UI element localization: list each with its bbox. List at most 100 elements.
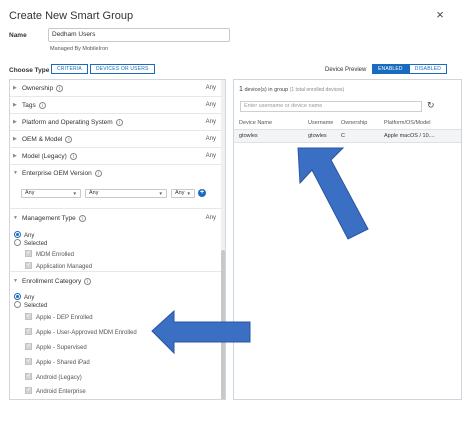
cell-platform: Apple macOS / 10.... [384, 133, 435, 139]
devices-or-users-button[interactable]: DEVICES OR USERS [89, 64, 155, 74]
checkbox[interactable] [25, 372, 32, 380]
column-header[interactable]: Ownership [341, 120, 367, 126]
checkbox-android-enterprise[interactable]: Android Enterprise [25, 386, 86, 395]
cell-device-name: gtowles [239, 133, 258, 139]
checkbox-supervised[interactable]: Apple - Supervised [25, 342, 87, 351]
criteria-button[interactable]: CRITERIA [51, 64, 88, 74]
criteria-label: Enterprise OEM Version i [22, 170, 102, 177]
preview-enabled-button[interactable]: ENABLED [372, 64, 409, 74]
name-input[interactable]: Dedham Users [48, 28, 230, 42]
chevron-down-icon[interactable]: ▼ [13, 215, 18, 221]
chevron-down-icon[interactable]: ▼ [13, 170, 18, 176]
criteria-row-platform[interactable]: ▶ Platform and Operating System i Any [10, 114, 223, 131]
device-preview-label: Device Preview [325, 67, 367, 73]
criteria-row-tags[interactable]: ▶ Tags i Any [10, 97, 223, 114]
criteria-row-enterprise-oem: ▼ Enterprise OEM Version i Any ▼ Any ▼ Any ▼… [10, 165, 223, 209]
radio-button[interactable] [14, 231, 21, 238]
name-label: Name [9, 32, 27, 39]
chevron-right-icon: ▶ [13, 102, 17, 108]
criteria-scrollbar[interactable] [221, 80, 225, 399]
info-icon[interactable]: i [65, 136, 73, 143]
info-icon[interactable]: i [94, 170, 102, 177]
chevron-down-icon: ▼ [72, 191, 77, 196]
criteria-value: Any [205, 153, 216, 159]
criteria-row-enrollment-category: ▼ Enrollment Categoryi Any Selected Appl… [10, 272, 223, 399]
radio-button[interactable] [14, 293, 21, 300]
dialog-header: Create New Smart Group × [0, 0, 462, 28]
choose-type-label: Choose Type [9, 67, 50, 74]
radio-any[interactable]: Any [14, 231, 34, 239]
table-row[interactable]: gtowles gtowles C Apple macOS / 10.... [234, 130, 461, 143]
radio-any[interactable]: Any [14, 293, 34, 301]
checkbox-user-approved-mdm[interactable]: Apple - User-Approved MDM Enrolled [25, 327, 137, 336]
radio-button[interactable] [14, 301, 21, 308]
checkbox[interactable] [25, 342, 32, 350]
cell-username: gtowles [308, 133, 327, 139]
device-table-header: Device Name Username Ownership Platform/… [234, 118, 461, 130]
refresh-icon[interactable]: ↻ [427, 100, 435, 111]
device-search-input[interactable]: Enter username or device name [240, 101, 422, 112]
dialog-title: Create New Smart Group [9, 10, 134, 22]
checkbox-dep-enrolled[interactable]: Apple - DEP Enrolled [25, 312, 93, 321]
info-icon[interactable]: i [38, 102, 46, 109]
criteria-label: Ownership i [22, 85, 64, 92]
preview-disabled-button[interactable]: DISABLED [408, 64, 448, 74]
oem-select-3[interactable]: Any ▼ [171, 189, 195, 198]
device-preview-panel: 1 device(s) in group (1 total enrolled d… [233, 79, 462, 400]
checkbox[interactable] [25, 312, 32, 320]
close-icon[interactable]: × [434, 8, 446, 21]
device-preview-toggle: ENABLED DISABLED [372, 64, 448, 74]
criteria-label: Enrollment Category i [22, 278, 92, 285]
info-icon[interactable]: i [56, 85, 64, 92]
checkbox[interactable] [25, 249, 32, 257]
info-icon[interactable]: i [115, 119, 123, 126]
chevron-right-icon: ▶ [13, 136, 17, 142]
criteria-row-model-legacy[interactable]: ▶ Model (Legacy) i Any [10, 148, 223, 165]
radio-selected[interactable]: Selected [14, 239, 47, 247]
criteria-row-management-type: ▼ Management Typei Any Any Selected MDM … [10, 209, 223, 272]
checkbox[interactable] [25, 357, 32, 365]
chevron-right-icon: ▶ [13, 119, 17, 125]
info-icon[interactable]: i [69, 153, 77, 160]
chevron-down-icon[interactable]: ▼ [13, 278, 18, 284]
checkbox-mdm-enrolled[interactable]: MDM Enrolled [25, 249, 74, 258]
checkbox[interactable] [25, 327, 32, 335]
criteria-label: Management Type i [22, 215, 86, 222]
checkbox-android-legacy[interactable]: Android (Legacy) [25, 372, 82, 381]
choose-type-toggle: CRITERIA DEVICES OR USERS [51, 64, 155, 74]
create-smart-group-dialog: Create New Smart Group × Name Dedham Use… [0, 0, 462, 400]
criteria-row-oem-model[interactable]: ▶ OEM & Model i Any [10, 131, 223, 148]
device-count: 1 device(s) in group (1 total enrolled d… [239, 86, 345, 93]
radio-button[interactable] [14, 239, 21, 246]
criteria-value: Any [205, 119, 216, 125]
managed-by-text: Managed By MobileIron [50, 46, 109, 52]
add-criteria-icon[interactable]: + [198, 189, 206, 197]
criteria-label: Platform and Operating System i [22, 119, 123, 126]
checkbox[interactable] [25, 386, 32, 394]
criteria-panel: ▶ Ownership i Any ▶ Tags i Any ▶ Platform … [9, 79, 226, 400]
chevron-down-icon: ▼ [186, 191, 191, 196]
criteria-value: Any [205, 215, 216, 221]
cell-ownership: C [341, 133, 345, 139]
scrollbar-thumb[interactable] [221, 250, 225, 399]
criteria-label: Model (Legacy) i [22, 153, 77, 160]
criteria-value: Any [205, 136, 216, 142]
chevron-right-icon: ▶ [13, 85, 17, 91]
checkbox-shared-ipad[interactable]: Apple - Shared iPad [25, 357, 90, 366]
oem-select-2[interactable]: Any ▼ [85, 189, 167, 198]
criteria-value: Any [205, 85, 216, 91]
info-icon[interactable]: i [84, 278, 92, 285]
checkbox-application-managed[interactable]: Application Managed [25, 261, 92, 270]
radio-selected[interactable]: Selected [14, 301, 47, 309]
chevron-down-icon: ▼ [158, 191, 163, 196]
checkbox[interactable] [25, 261, 32, 269]
criteria-row-ownership[interactable]: ▶ Ownership i Any [10, 80, 223, 97]
info-icon[interactable]: i [78, 215, 86, 222]
column-header[interactable]: Username [308, 120, 333, 126]
column-header[interactable]: Platform/OS/Model [384, 120, 430, 126]
criteria-label: OEM & Model i [22, 136, 73, 143]
criteria-value: Any [205, 102, 216, 108]
column-header[interactable]: Device Name [239, 120, 272, 126]
oem-select-1[interactable]: Any ▼ [21, 189, 81, 198]
chevron-right-icon: ▶ [13, 153, 17, 159]
